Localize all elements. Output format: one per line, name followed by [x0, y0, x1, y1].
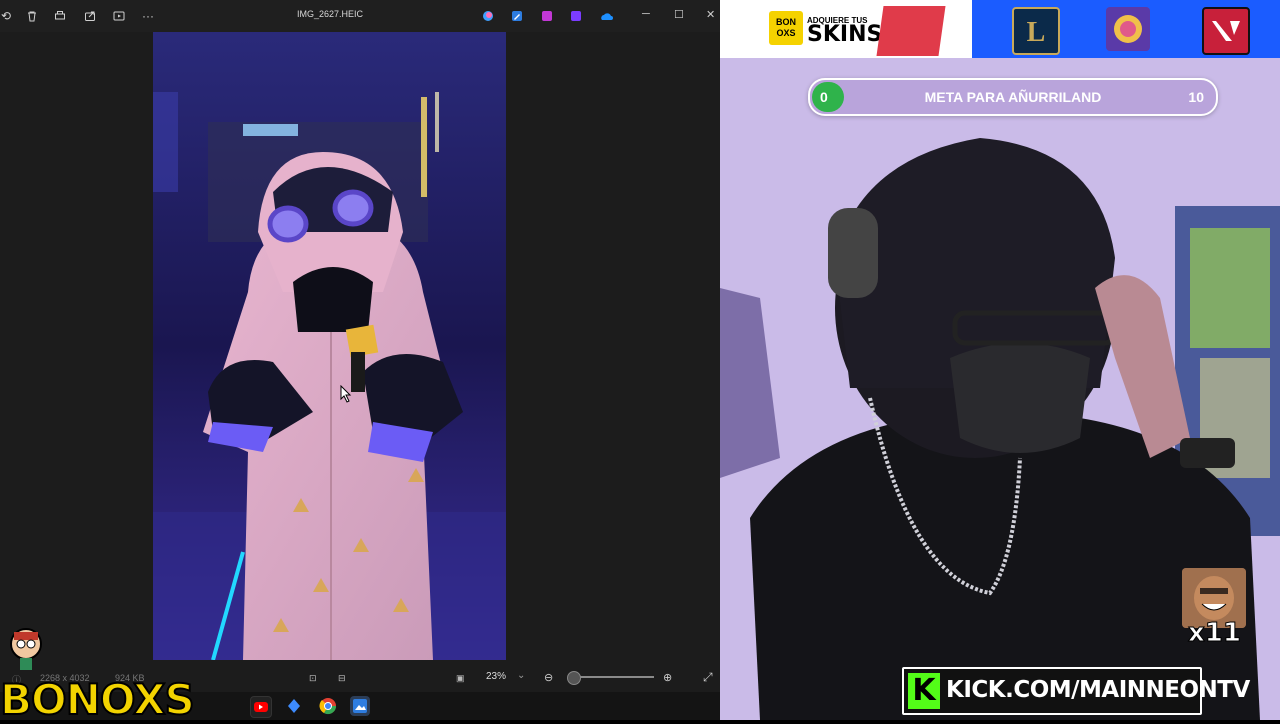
sponsor-games: L: [972, 0, 1280, 58]
teamfight-tactics-icon[interactable]: [1106, 7, 1150, 51]
sponsor-headline: SKINS: [807, 22, 883, 47]
goal-target-value: 10: [1188, 89, 1204, 105]
delete-icon[interactable]: [22, 6, 42, 26]
zoom-out-icon[interactable]: ⊖: [544, 671, 553, 684]
onedrive-icon[interactable]: [596, 6, 616, 26]
actual-size-icon[interactable]: ▣: [456, 673, 465, 684]
svg-text:L: L: [1027, 17, 1046, 48]
photo-canvas[interactable]: [153, 32, 506, 660]
viewer-toolbar: ⟲ ··· IMG_2627.HEIC ─ ☐ ✕: [0, 0, 720, 32]
valorant-card-icon: [876, 6, 946, 56]
copilot-icon[interactable]: [478, 6, 498, 26]
kick-channel-banner: K KICK.COM/MAINNEONTV: [902, 667, 1250, 715]
mouse-cursor-icon: [340, 385, 352, 403]
window-title: IMG_2627.HEIC: [296, 9, 364, 19]
zoom-value: 23%: [486, 671, 507, 682]
share-icon[interactable]: [80, 6, 100, 26]
kick-logo-icon: K: [908, 673, 940, 709]
fit-icon[interactable]: ⊡: [309, 673, 317, 684]
kick-url: KICK.COM/MAINNEONTV: [946, 677, 1250, 703]
taskbar-app-chrome[interactable]: [318, 696, 338, 716]
league-of-legends-icon[interactable]: L: [1012, 7, 1060, 55]
fullscreen-icon[interactable]: ⤢: [703, 670, 713, 685]
mascot-sticker: [4, 622, 48, 670]
print-icon[interactable]: [50, 6, 70, 26]
maximize-icon[interactable]: ☐: [674, 8, 684, 21]
goal-progress-bar: 0 META PARA AÑURRILAND 10: [808, 78, 1218, 116]
chevron-down-icon: ⌄: [517, 670, 526, 681]
zoom-slider-thumb[interactable]: [567, 671, 581, 685]
stream-webcam: BON OXS ADQUIERE TUS SKINS L 0 META PARA…: [720, 0, 1280, 720]
more-options-button[interactable]: ···: [138, 6, 158, 26]
zoom-in-icon[interactable]: ⊕: [663, 671, 672, 684]
sponsor-banner: BON OXS ADQUIERE TUS SKINS L: [720, 0, 1280, 58]
close-icon[interactable]: ✕: [706, 8, 715, 21]
sponsor-bonoxs[interactable]: BON OXS ADQUIERE TUS SKINS: [720, 0, 972, 58]
edit-image-icon[interactable]: [507, 6, 527, 26]
bonoxs-badge: BON OXS: [769, 11, 803, 45]
filmstrip-icon[interactable]: ⊟: [338, 673, 346, 684]
slideshow-icon[interactable]: [109, 6, 129, 26]
goal-title: META PARA AÑURRILAND: [924, 89, 1102, 105]
clipchamp-icon[interactable]: [537, 6, 557, 26]
taskbar-app-youtube[interactable]: [250, 696, 272, 718]
emote-count: x11: [1188, 618, 1242, 649]
valorant-icon[interactable]: [1202, 7, 1250, 55]
zoom-dropdown[interactable]: 23% ⌄: [480, 667, 534, 687]
taskbar-app-photos[interactable]: [350, 696, 370, 716]
photo-viewer-window: ⟲ ··· IMG_2627.HEIC ─ ☐ ✕ ⓘ 2268 x 4032 …: [0, 0, 720, 724]
minimize-icon[interactable]: ─: [642, 8, 650, 20]
rotate-icon[interactable]: ⟲: [0, 6, 16, 26]
taskbar-app-vscode[interactable]: [284, 696, 304, 716]
designer-icon[interactable]: [566, 6, 586, 26]
zoom-slider[interactable]: [572, 676, 654, 678]
bonoxs-logo: BONOXS: [0, 675, 196, 724]
